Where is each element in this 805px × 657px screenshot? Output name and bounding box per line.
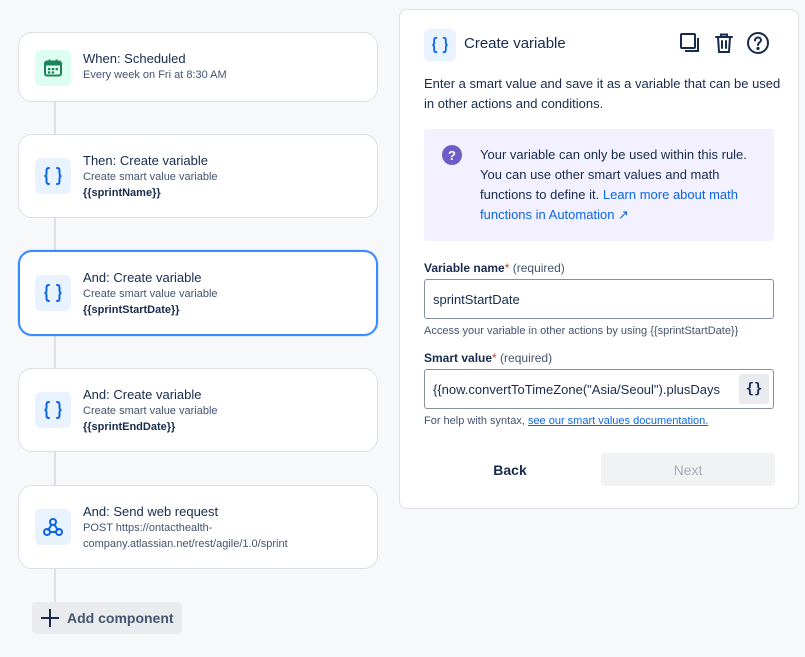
calendar-icon bbox=[35, 50, 71, 86]
step-title: Then: Create variable bbox=[83, 153, 209, 168]
flow-step-create-variable-1[interactable]: Then: Create variable Create smart value… bbox=[18, 134, 378, 218]
variable-name-input[interactable]: sprintStartDate bbox=[424, 279, 774, 319]
step-subtitle: Create smart value variable bbox=[83, 171, 218, 183]
insert-smart-value-button[interactable]: {} bbox=[739, 374, 769, 404]
flow-step-trigger[interactable]: When: Scheduled Every week on Fri at 8:3… bbox=[18, 32, 378, 102]
step-variable-name: {{sprintStartDate}} bbox=[83, 304, 180, 316]
smart-value-input[interactable]: {{now.convertToTimeZone("Asia/Seoul").pl… bbox=[424, 369, 774, 409]
plus-icon bbox=[40, 608, 60, 628]
step-title: And: Create variable bbox=[83, 270, 202, 285]
panel-title: Create variable bbox=[464, 35, 566, 52]
step-variable-name: {{sprintName}} bbox=[83, 187, 161, 199]
step-subtitle: Create smart value variable bbox=[83, 405, 218, 417]
webhook-icon bbox=[35, 509, 71, 545]
add-component-label: Add component bbox=[67, 610, 174, 626]
braces-icon bbox=[35, 158, 71, 194]
help-icon[interactable] bbox=[746, 31, 770, 55]
question-icon: ? bbox=[442, 145, 462, 165]
step-subtitle: Every week on Fri at 8:30 AM bbox=[83, 69, 227, 81]
add-component-button[interactable]: Add component bbox=[32, 602, 182, 634]
step-title: And: Send web request bbox=[83, 504, 219, 519]
step-subtitle: Create smart value variable bbox=[83, 288, 218, 300]
trash-icon[interactable] bbox=[712, 31, 736, 55]
braces-icon bbox=[35, 392, 71, 428]
next-button[interactable]: Next bbox=[601, 453, 775, 486]
smart-value-label: Smart value* (required) bbox=[424, 351, 553, 365]
duplicate-icon[interactable] bbox=[678, 31, 702, 55]
step-title: When: Scheduled bbox=[83, 51, 186, 66]
step-variable-name: {{sprintEndDate}} bbox=[83, 421, 176, 433]
step-subtitle: POST https://ontacthealth-company.atlass… bbox=[83, 522, 288, 550]
info-text: Your variable can only be used within th… bbox=[480, 145, 750, 225]
braces-icon bbox=[35, 275, 71, 311]
smart-value-help: For help with syntax, see our smart valu… bbox=[424, 415, 709, 427]
smart-values-docs-link[interactable]: see our smart values documentation. bbox=[528, 415, 708, 427]
flow-step-create-variable-3[interactable]: And: Create variable Create smart value … bbox=[18, 368, 378, 452]
step-title: And: Create variable bbox=[83, 387, 202, 402]
flow-step-create-variable-2[interactable]: And: Create variable Create smart value … bbox=[18, 250, 378, 336]
flow-step-send-web-request[interactable]: And: Send web request POST https://ontac… bbox=[18, 485, 378, 569]
variable-name-label: Variable name* (required) bbox=[424, 261, 565, 275]
info-message: ? Your variable can only be used within … bbox=[424, 129, 774, 241]
back-button[interactable]: Back bbox=[480, 454, 540, 486]
variable-name-help: Access your variable in other actions by… bbox=[424, 325, 739, 337]
create-variable-panel: Create variable Enter a smart value and … bbox=[399, 9, 799, 509]
panel-description: Enter a smart value and save it as a var… bbox=[424, 76, 781, 111]
braces-icon bbox=[424, 29, 456, 61]
